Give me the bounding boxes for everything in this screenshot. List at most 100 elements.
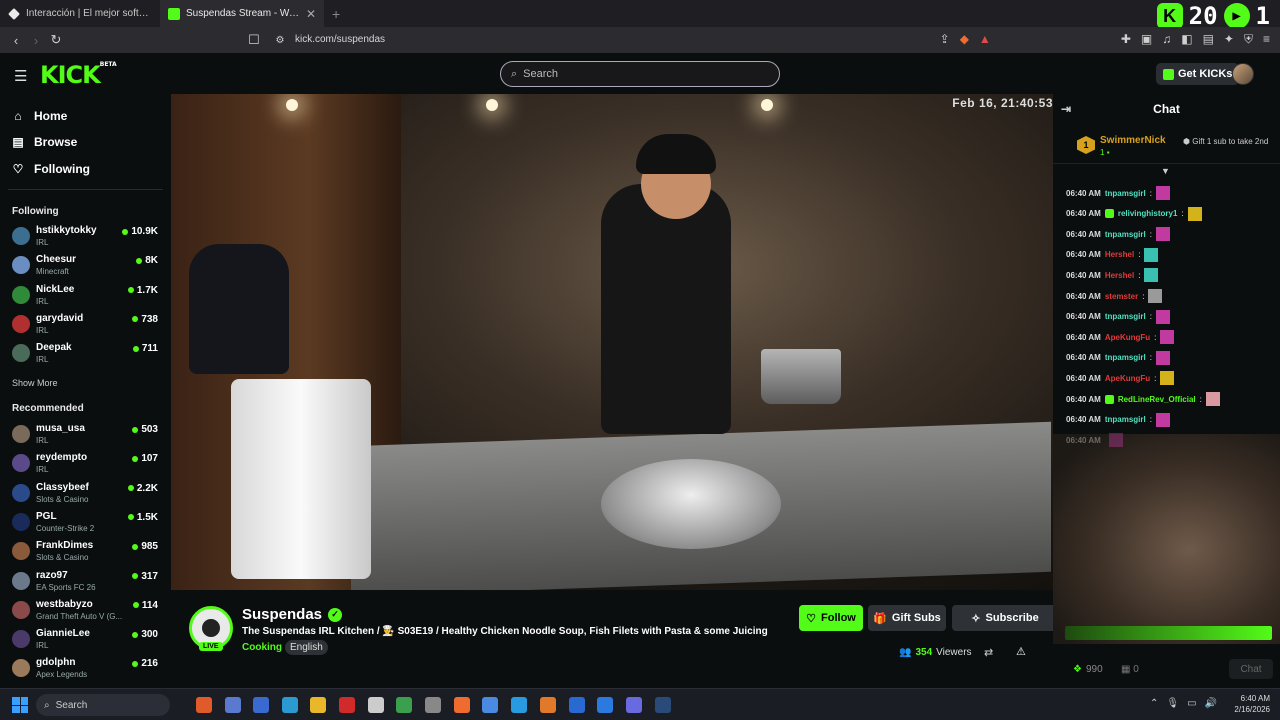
channel-name[interactable]: Suspendas ✓ bbox=[242, 606, 343, 623]
reload-icon[interactable]: ↻ bbox=[46, 32, 66, 48]
message-user[interactable]: tnpamsgirl bbox=[1105, 312, 1146, 321]
sidebar-channel-nicklee[interactable]: NickLee IRL 1.7K bbox=[12, 283, 162, 309]
network-icon[interactable]: ▭ bbox=[1187, 698, 1196, 709]
share-icon[interactable]: ⇪ bbox=[940, 32, 950, 47]
sidebar-channel-razo97[interactable]: razo97 EA Sports FC 26 317 bbox=[12, 569, 162, 595]
screenshot-icon[interactable]: ▣ bbox=[1141, 32, 1152, 47]
clock[interactable]: 6:40 AM 2/16/2026 bbox=[1234, 693, 1270, 715]
nav-home[interactable]: ⌂ Home bbox=[12, 109, 67, 123]
bookmark-icon[interactable]: ☐ bbox=[244, 32, 264, 48]
message-user[interactable]: tnpamsgirl bbox=[1105, 353, 1146, 362]
firefox-icon[interactable] bbox=[540, 697, 556, 713]
sidebar-channel-westbabyzo[interactable]: westbabyzo Grand Theft Auto V (G... 114 bbox=[12, 598, 162, 624]
search-input[interactable]: ⌕ Search bbox=[500, 61, 780, 87]
stream-category[interactable]: Cooking bbox=[242, 642, 282, 653]
stream-language-tag[interactable]: English bbox=[285, 640, 328, 655]
chat-message[interactable]: 06:40 AM stemster: bbox=[1066, 289, 1163, 303]
user-avatar[interactable] bbox=[1232, 63, 1254, 85]
message-user[interactable]: ApeKungFu bbox=[1105, 374, 1150, 383]
chat-message[interactable]: 06:40 AM RedLineRev_Official: bbox=[1066, 392, 1220, 406]
chat-message[interactable]: 06:40 AM tnpamsgirl: bbox=[1066, 350, 1170, 365]
chat-send-button[interactable]: Chat bbox=[1229, 659, 1273, 679]
sidebar-channel-musa_usa[interactable]: musa_usa IRL 503 bbox=[12, 422, 162, 448]
back-icon[interactable]: ‹ bbox=[6, 33, 26, 48]
folder-icon[interactable] bbox=[310, 697, 326, 713]
volume-icon[interactable]: 🔊 bbox=[1205, 698, 1217, 709]
chat-message[interactable]: 06:40 AM ApeKungFu: bbox=[1066, 371, 1175, 386]
nav-following[interactable]: ♡ Following bbox=[12, 162, 90, 176]
message-user[interactable]: tnpamsgirl bbox=[1105, 415, 1146, 424]
sidebar-channel-giannielee[interactable]: GiannieLee IRL 300 bbox=[12, 627, 162, 653]
kick-logo[interactable]: KICKBETA bbox=[40, 61, 117, 89]
sidebar-channel-hstikkytokky[interactable]: hstikkytokky IRL 10.9K bbox=[12, 224, 162, 250]
chat-message[interactable]: 06:40 AM Hershel: bbox=[1066, 247, 1159, 262]
microphone-icon[interactable]: 🎙 bbox=[1166, 698, 1179, 709]
sidebar-channel-classybeef[interactable]: Classybeef Slots & Casino 2.2K bbox=[12, 481, 162, 507]
chrome-icon[interactable] bbox=[482, 697, 498, 713]
follow-button[interactable]: ♡ Follow bbox=[799, 605, 863, 631]
chevron-up-icon[interactable]: ⌃ bbox=[1150, 698, 1158, 709]
message-user[interactable]: stemster bbox=[1105, 292, 1138, 301]
pinned-leaderboard[interactable]: 1 SwimmerNick 1 ▪ ⬢ Gift 1 sub to take 2… bbox=[1053, 126, 1280, 164]
app-icon[interactable] bbox=[253, 697, 269, 713]
share-icon[interactable]: ⇄ bbox=[984, 646, 993, 659]
sidebar-channel-reydempto[interactable]: reydempto IRL 107 bbox=[12, 451, 162, 477]
message-user[interactable]: RedLineRev_Official bbox=[1118, 395, 1196, 404]
app-icon[interactable] bbox=[196, 697, 212, 713]
expand-pinned-icon[interactable]: ▼ bbox=[1161, 166, 1170, 176]
kicks-balance[interactable]: ❖ 990 bbox=[1073, 664, 1103, 675]
message-user[interactable]: tnpamsgirl bbox=[1105, 230, 1146, 239]
windows-start-icon[interactable] bbox=[12, 697, 28, 713]
url-field[interactable]: kick.com/suspendas bbox=[295, 34, 385, 45]
nav-browse[interactable]: ▤ Browse bbox=[12, 135, 77, 149]
message-user[interactable]: Hershel bbox=[1105, 271, 1134, 280]
sidebar-channel-cheesur[interactable]: Cheesur Minecraft 8K bbox=[12, 253, 162, 279]
video-player[interactable]: Feb 16, 21:40:53 bbox=[171, 94, 1053, 590]
report-icon[interactable]: ⚠ bbox=[1016, 645, 1026, 658]
app-icon[interactable] bbox=[425, 697, 441, 713]
app-icon[interactable] bbox=[282, 697, 298, 713]
forward-icon[interactable]: › bbox=[26, 33, 46, 48]
message-user[interactable]: Hershel bbox=[1105, 250, 1134, 259]
chat-message[interactable]: 06:40 AM tnpamsgirl: bbox=[1066, 309, 1170, 324]
close-tab-icon[interactable]: ✕ bbox=[306, 7, 316, 21]
extensions-icon[interactable]: ✚ bbox=[1121, 32, 1131, 47]
site-info-icon[interactable]: ⚙ bbox=[270, 35, 290, 46]
sidebar-channel-deepak[interactable]: Deepak IRL 711 bbox=[12, 341, 162, 367]
steam-icon[interactable] bbox=[655, 697, 671, 713]
sidebar-channel-gdolphn[interactable]: gdolphn Apex Legends 216 bbox=[12, 656, 162, 682]
subscribe-button[interactable]: ✧ Subscribe bbox=[952, 605, 1058, 631]
sidebar-channel-garydavid[interactable]: garydavid IRL 738 bbox=[12, 312, 162, 338]
edge-icon[interactable] bbox=[511, 697, 527, 713]
brave-icon[interactable] bbox=[454, 697, 470, 713]
tool-icon[interactable] bbox=[225, 697, 241, 713]
sidebar-channel-frankdimes[interactable]: FrankDimes Slots & Casino 985 bbox=[12, 539, 162, 565]
app-icon[interactable] bbox=[368, 697, 384, 713]
sidebar-channel-pgl[interactable]: PGL Counter-Strike 2 1.5K bbox=[12, 510, 162, 536]
chat-message[interactable]: 06:40 AM tnpamsgirl: bbox=[1066, 186, 1170, 200]
taskbar-search[interactable]: ⌕ Search bbox=[36, 694, 170, 716]
secondary-balance[interactable]: ▦ 0 bbox=[1121, 664, 1139, 675]
new-tab-icon[interactable]: + bbox=[332, 6, 340, 22]
show-more-link[interactable]: Show More bbox=[12, 378, 58, 388]
rewards-icon[interactable]: ▲ bbox=[979, 32, 991, 47]
collapse-chat-icon[interactable]: ⇥ bbox=[1061, 102, 1071, 116]
chat-message[interactable]: 06:40 AM tnpamsgirl: bbox=[1066, 227, 1170, 242]
menu-icon[interactable]: ≡ bbox=[1263, 32, 1270, 47]
gift-subs-button[interactable]: 🎁 Gift Subs bbox=[868, 605, 946, 631]
browser-tab-active[interactable]: Suspendas Stream - Watch Li ✕ bbox=[160, 0, 324, 27]
chat-message[interactable]: 06:40 AM bbox=[1066, 433, 1123, 448]
chat-message[interactable]: 06:40 AM ApeKungFu: bbox=[1066, 330, 1175, 345]
music-icon[interactable]: ♫ bbox=[1162, 32, 1171, 47]
wallet-icon[interactable]: ▤ bbox=[1203, 32, 1214, 47]
app-icon[interactable] bbox=[569, 697, 585, 713]
chrome-canary-icon[interactable] bbox=[396, 697, 412, 713]
sidebar-icon[interactable]: ◧ bbox=[1181, 32, 1192, 47]
chat-message[interactable]: 06:40 AM relivinghistory1: bbox=[1066, 206, 1202, 221]
brave-shield-icon[interactable]: ◆ bbox=[960, 32, 969, 47]
get-kicks-button[interactable]: Get KICKs bbox=[1156, 63, 1240, 85]
discord-icon[interactable] bbox=[626, 697, 642, 713]
message-user[interactable]: tnpamsgirl bbox=[1105, 189, 1146, 198]
ai-icon[interactable]: ✦ bbox=[1224, 32, 1234, 47]
vpn-icon[interactable]: ⛨ bbox=[1244, 32, 1253, 47]
